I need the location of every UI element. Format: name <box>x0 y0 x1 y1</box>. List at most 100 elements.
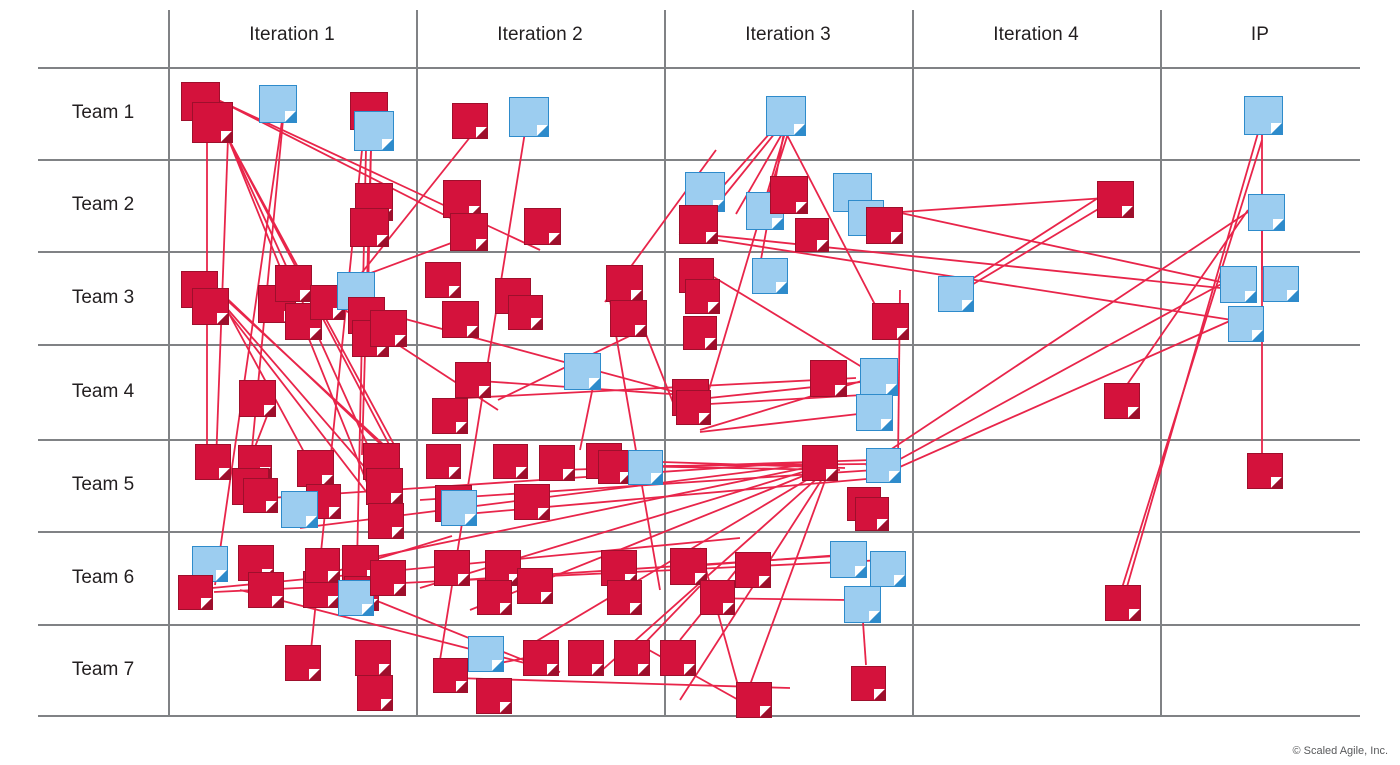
feature-sticky-note[interactable] <box>477 580 512 615</box>
feature-sticky-note[interactable] <box>866 207 903 244</box>
column-header-iteration-4[interactable]: Iteration 4 <box>912 24 1160 46</box>
feature-sticky-note[interactable] <box>192 288 229 325</box>
feature-sticky-note[interactable] <box>517 568 553 604</box>
feature-sticky-note[interactable] <box>810 360 847 397</box>
milestone-sticky-note[interactable] <box>1263 266 1299 302</box>
row-label-team-4[interactable]: Team 4 <box>38 381 168 403</box>
feature-sticky-note[interactable] <box>660 640 696 676</box>
milestone-sticky-note[interactable] <box>844 586 881 623</box>
feature-sticky-note[interactable] <box>493 444 528 479</box>
feature-sticky-note[interactable] <box>366 468 403 505</box>
feature-sticky-note[interactable] <box>370 310 407 347</box>
feature-sticky-note[interactable] <box>192 102 233 143</box>
milestone-sticky-note[interactable] <box>1220 266 1257 303</box>
feature-sticky-note[interactable] <box>683 316 717 350</box>
feature-sticky-note[interactable] <box>297 450 334 487</box>
feature-sticky-note[interactable] <box>679 205 718 244</box>
feature-sticky-note[interactable] <box>676 390 711 425</box>
column-header-iteration-3[interactable]: Iteration 3 <box>664 24 912 46</box>
milestone-sticky-note[interactable] <box>830 541 867 578</box>
column-header-iteration-1[interactable]: Iteration 1 <box>168 24 416 46</box>
milestone-sticky-note[interactable] <box>1228 306 1264 342</box>
feature-sticky-note[interactable] <box>1105 585 1141 621</box>
row-label-team-2[interactable]: Team 2 <box>38 194 168 216</box>
feature-sticky-note[interactable] <box>1097 181 1134 218</box>
feature-sticky-note[interactable] <box>285 645 321 681</box>
milestone-sticky-note[interactable] <box>752 258 788 294</box>
feature-sticky-note[interactable] <box>770 176 808 214</box>
feature-sticky-note[interactable] <box>524 208 561 245</box>
feature-sticky-note[interactable] <box>851 666 886 701</box>
feature-sticky-note[interactable] <box>802 445 838 481</box>
milestone-sticky-note[interactable] <box>870 551 906 587</box>
feature-sticky-note[interactable] <box>607 580 642 615</box>
feature-sticky-note[interactable] <box>275 265 312 302</box>
feature-sticky-note[interactable] <box>700 580 735 615</box>
feature-sticky-note[interactable] <box>368 503 404 539</box>
milestone-sticky-note[interactable] <box>938 276 974 312</box>
feature-sticky-note[interactable] <box>357 675 393 711</box>
feature-sticky-note[interactable] <box>178 575 213 610</box>
feature-sticky-note[interactable] <box>598 450 632 484</box>
milestone-sticky-note[interactable] <box>259 85 297 123</box>
feature-sticky-note[interactable] <box>443 180 481 218</box>
feature-sticky-note[interactable] <box>370 560 406 596</box>
feature-sticky-note[interactable] <box>452 103 488 139</box>
feature-sticky-note[interactable] <box>426 444 461 479</box>
feature-sticky-note[interactable] <box>606 265 643 302</box>
feature-sticky-note[interactable] <box>450 213 488 251</box>
milestone-sticky-note[interactable] <box>281 491 318 528</box>
feature-sticky-note[interactable] <box>795 218 829 252</box>
feature-sticky-note[interactable] <box>425 262 461 298</box>
feature-sticky-note[interactable] <box>305 548 340 583</box>
milestone-sticky-note[interactable] <box>766 96 806 136</box>
feature-sticky-note[interactable] <box>514 484 550 520</box>
feature-sticky-note[interactable] <box>485 550 521 586</box>
row-label-team-3[interactable]: Team 3 <box>38 287 168 309</box>
feature-sticky-note[interactable] <box>1104 383 1140 419</box>
feature-sticky-note[interactable] <box>855 497 889 531</box>
feature-sticky-note[interactable] <box>248 572 284 608</box>
feature-sticky-note[interactable] <box>442 301 479 338</box>
feature-sticky-note[interactable] <box>539 445 575 481</box>
row-label-team-5[interactable]: Team 5 <box>38 474 168 496</box>
feature-sticky-note[interactable] <box>455 362 491 398</box>
feature-sticky-note[interactable] <box>735 552 771 588</box>
feature-sticky-note[interactable] <box>601 550 637 586</box>
milestone-sticky-note[interactable] <box>1248 194 1285 231</box>
milestone-sticky-note[interactable] <box>468 636 504 672</box>
feature-sticky-note[interactable] <box>433 658 468 693</box>
feature-sticky-note[interactable] <box>523 640 559 676</box>
row-label-team-6[interactable]: Team 6 <box>38 567 168 589</box>
row-label-team-7[interactable]: Team 7 <box>38 659 168 681</box>
feature-sticky-note[interactable] <box>1247 453 1283 489</box>
feature-sticky-note[interactable] <box>685 279 720 314</box>
milestone-sticky-note[interactable] <box>564 353 601 390</box>
feature-sticky-note[interactable] <box>195 444 231 480</box>
column-header-iteration-2[interactable]: Iteration 2 <box>416 24 664 46</box>
milestone-sticky-note[interactable] <box>860 358 898 396</box>
feature-sticky-note[interactable] <box>508 295 543 330</box>
milestone-sticky-note[interactable] <box>509 97 549 137</box>
milestone-sticky-note[interactable] <box>628 450 663 485</box>
milestone-sticky-note[interactable] <box>1244 96 1283 135</box>
milestone-sticky-note[interactable] <box>866 448 901 483</box>
feature-sticky-note[interactable] <box>434 550 470 586</box>
feature-sticky-note[interactable] <box>243 478 278 513</box>
feature-sticky-note[interactable] <box>350 208 389 247</box>
milestone-sticky-note[interactable] <box>354 111 394 151</box>
milestone-sticky-note[interactable] <box>441 490 477 526</box>
feature-sticky-note[interactable] <box>476 678 512 714</box>
milestone-sticky-note[interactable] <box>338 580 374 616</box>
feature-sticky-note[interactable] <box>355 640 391 676</box>
feature-sticky-note[interactable] <box>670 548 707 585</box>
column-header-ip[interactable]: IP <box>1160 24 1360 46</box>
row-label-team-1[interactable]: Team 1 <box>38 102 168 124</box>
feature-sticky-note[interactable] <box>432 398 468 434</box>
feature-sticky-note[interactable] <box>736 682 772 718</box>
feature-sticky-note[interactable] <box>872 303 909 340</box>
feature-sticky-note[interactable] <box>568 640 604 676</box>
milestone-sticky-note[interactable] <box>856 394 893 431</box>
feature-sticky-note[interactable] <box>610 300 647 337</box>
feature-sticky-note[interactable] <box>614 640 650 676</box>
